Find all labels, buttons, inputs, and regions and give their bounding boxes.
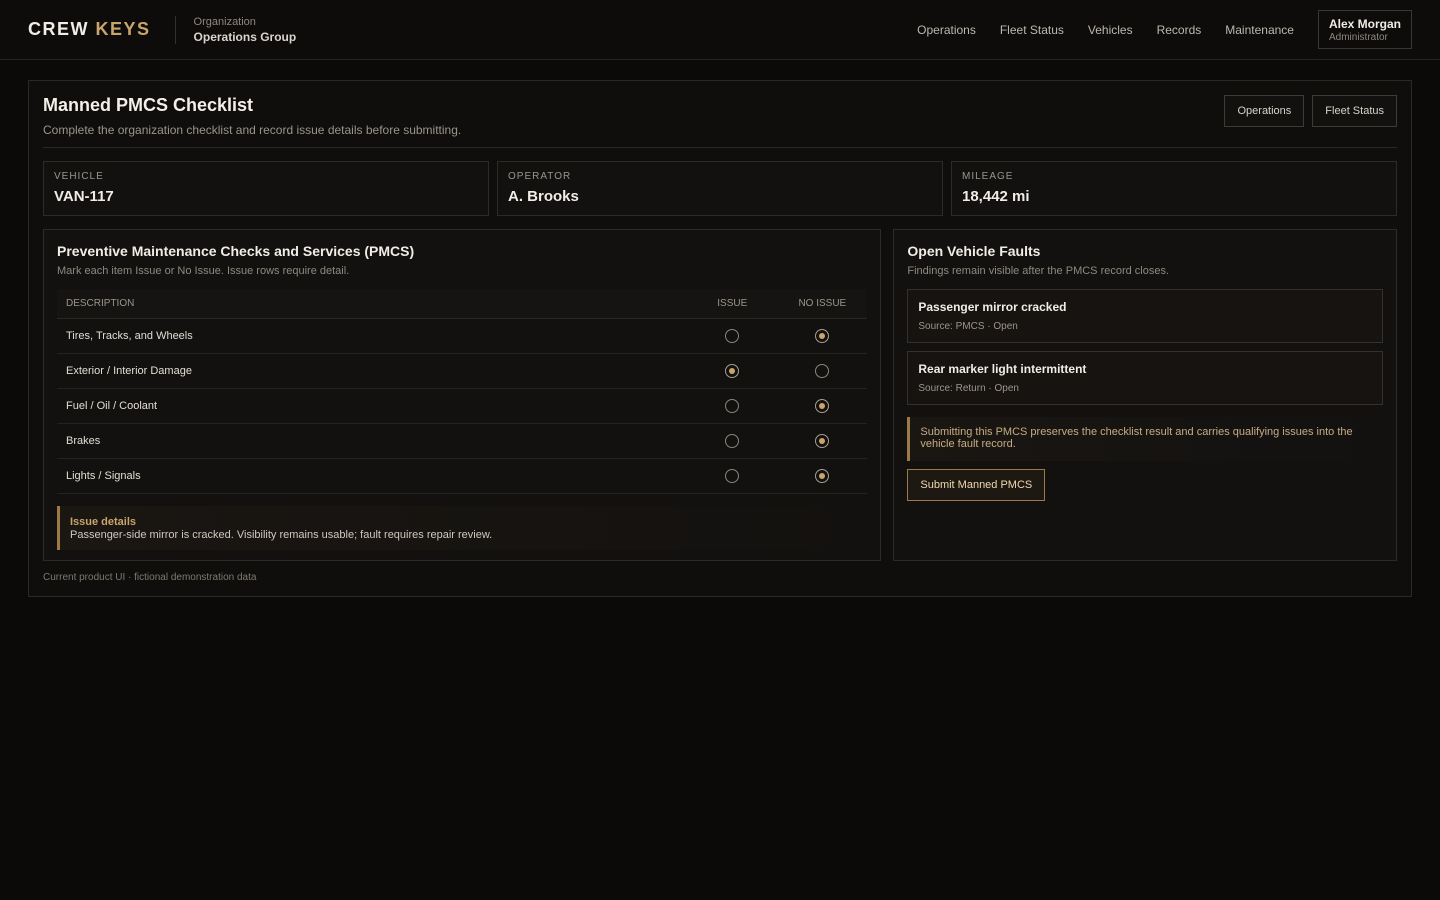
brand-name-part2: KEYS — [95, 19, 151, 39]
stat-label: VEHICLE — [54, 171, 104, 182]
issue-details-title: Issue details — [70, 515, 137, 528]
pmcs-title: Preventive Maintenance Checks and Servic… — [57, 243, 415, 259]
table-row: Lights / Signals — [57, 458, 868, 494]
no-issue-cell — [777, 353, 868, 389]
nav-records[interactable]: Records — [1157, 23, 1202, 37]
row-description: Fuel / Oil / Coolant — [57, 388, 688, 424]
submit-note: Submitting this PMCS preserves the check… — [907, 417, 1383, 461]
issue-cell — [687, 388, 778, 424]
user-role: Administrator — [1328, 31, 1388, 43]
pmcs-subtitle: Mark each item Issue or No Issue. Issue … — [57, 265, 350, 277]
organization-info: Organization Operations Group — [174, 15, 297, 44]
brand-name-part1: CREW — [28, 19, 89, 39]
fleet-status-button[interactable]: Fleet Status — [1312, 95, 1397, 127]
stat-mileage: MILEAGE 18,442 mi — [951, 161, 1397, 216]
pmcs-panel: Preventive Maintenance Checks and Servic… — [43, 229, 882, 561]
issue-radio[interactable] — [725, 468, 740, 483]
issue-radio[interactable] — [725, 398, 740, 413]
stat-value: A. Brooks — [508, 188, 579, 205]
fault-title: Rear marker light intermittent — [918, 362, 1087, 376]
issue-details-box: Issue details Passenger-side mirror is c… — [57, 505, 868, 550]
page-header: Manned PMCS Checklist Complete the organ… — [43, 95, 1397, 148]
top-bar: CREW KEYS Organization Operations Group … — [0, 0, 1440, 60]
organization-name: Operations Group — [193, 29, 297, 44]
fault-item[interactable]: Rear marker light intermittent Source: R… — [907, 351, 1383, 405]
nav-operations[interactable]: Operations — [917, 23, 976, 37]
fault-list: Passenger mirror cracked Source: PMCS · … — [907, 289, 1383, 405]
checklist-card: Manned PMCS Checklist Complete the organ… — [28, 80, 1412, 597]
no-issue-radio[interactable] — [815, 398, 830, 413]
no-issue-cell — [777, 423, 868, 459]
organization-label: Organization — [193, 15, 256, 28]
table-row: Brakes — [57, 423, 868, 459]
row-description: Tires, Tracks, and Wheels — [57, 318, 688, 354]
stat-value: 18,442 mi — [962, 188, 1030, 205]
pmcs-rows: Tires, Tracks, and Wheels Exterior / Inte… — [57, 318, 868, 494]
issue-cell — [687, 423, 778, 459]
page-subtitle: Complete the organization checklist and … — [43, 123, 462, 137]
table-row: Exterior / Interior Damage — [57, 353, 868, 389]
faults-panel: Open Vehicle Faults Findings remain visi… — [893, 229, 1397, 561]
stat-value: VAN-117 — [54, 188, 114, 205]
column-header-issue: ISSUE — [687, 289, 778, 319]
brand-logo[interactable]: CREW KEYS — [28, 19, 151, 40]
no-issue-cell — [777, 318, 868, 354]
no-issue-radio[interactable] — [815, 468, 830, 483]
no-issue-radio[interactable] — [815, 433, 830, 448]
issue-radio[interactable] — [725, 433, 740, 448]
issue-cell — [687, 353, 778, 389]
stat-label: MILEAGE — [962, 171, 1014, 182]
stat-label: OPERATOR — [508, 171, 572, 182]
nav-fleet-status[interactable]: Fleet Status — [1000, 23, 1064, 37]
footer-note: Current product UI · fictional demonstra… — [43, 572, 257, 583]
fault-meta: Source: PMCS · Open — [918, 321, 1018, 332]
row-description: Lights / Signals — [57, 458, 688, 494]
header-buttons: Operations Fleet Status — [1216, 95, 1397, 127]
vehicle-stats: VEHICLE VAN-117 OPERATOR A. Brooks MILEA… — [43, 161, 1397, 216]
submit-pmcs-button[interactable]: Submit Manned PMCS — [907, 469, 1046, 501]
user-name: Alex Morgan — [1328, 16, 1401, 31]
issue-radio[interactable] — [725, 363, 740, 378]
nav-maintenance[interactable]: Maintenance — [1225, 23, 1294, 37]
stat-operator: OPERATOR A. Brooks — [497, 161, 943, 216]
operations-button[interactable]: Operations — [1224, 95, 1305, 127]
row-description: Brakes — [57, 423, 688, 459]
fault-meta: Source: Return · Open — [918, 383, 1019, 394]
no-issue-radio[interactable] — [815, 363, 830, 378]
table-row: Fuel / Oil / Coolant — [57, 388, 868, 424]
no-issue-radio[interactable] — [815, 328, 830, 343]
page-title: Manned PMCS Checklist — [43, 95, 254, 115]
fault-title: Passenger mirror cracked — [918, 300, 1067, 314]
faults-subtitle: Findings remain visible after the PMCS r… — [907, 265, 1170, 277]
user-menu[interactable]: Alex Morgan Administrator — [1317, 10, 1412, 49]
row-description: Exterior / Interior Damage — [57, 353, 688, 389]
issue-cell — [687, 318, 778, 354]
column-header-no-issue: NO ISSUE — [777, 289, 868, 319]
table-row: Tires, Tracks, and Wheels — [57, 318, 868, 354]
fault-item[interactable]: Passenger mirror cracked Source: PMCS · … — [907, 289, 1383, 343]
no-issue-cell — [777, 458, 868, 494]
issue-radio[interactable] — [725, 328, 740, 343]
no-issue-cell — [777, 388, 868, 424]
main-nav: Operations Fleet Status Vehicles Records… — [893, 10, 1412, 49]
nav-vehicles[interactable]: Vehicles — [1088, 23, 1133, 37]
pmcs-table: DESCRIPTION ISSUE NO ISSUE Tires, Tracks… — [57, 289, 868, 494]
issue-cell — [687, 458, 778, 494]
faults-title: Open Vehicle Faults — [907, 243, 1041, 259]
column-header-description: DESCRIPTION — [57, 289, 688, 319]
issue-details-text[interactable]: Passenger-side mirror is cracked. Visibi… — [70, 529, 857, 541]
stat-vehicle: VEHICLE VAN-117 — [43, 161, 489, 216]
table-header-row: DESCRIPTION ISSUE NO ISSUE — [57, 289, 868, 319]
content-columns: Preventive Maintenance Checks and Servic… — [43, 229, 1397, 561]
